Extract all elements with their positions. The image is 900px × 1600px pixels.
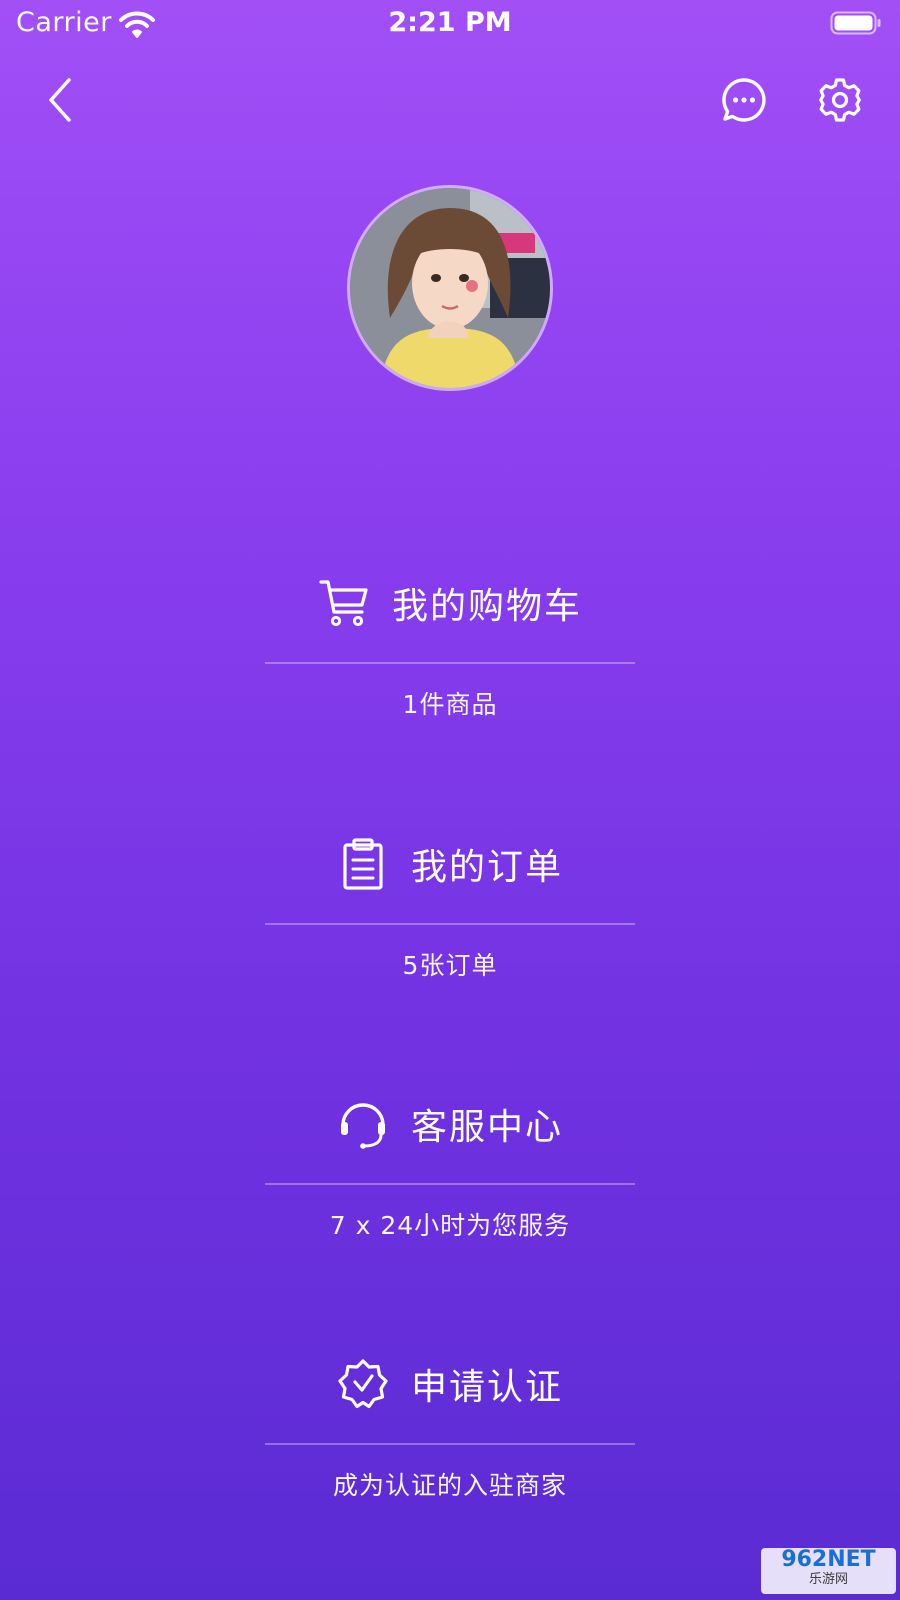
menu-subtitle: 5张订单 [402,951,498,980]
watermark-logo: 962NET 乐游网 [761,1548,896,1594]
status-time: 2:21 PM [388,7,512,38]
menu-title: 我的购物车 [391,586,582,627]
divider [265,662,635,664]
divider [265,923,635,925]
chevron-left-icon [49,78,71,122]
menu-item-orders[interactable]: 我的订单 5张订单 [265,828,635,1028]
menu-title: 申请认证 [410,1367,563,1408]
divider [265,1443,635,1445]
menu-item-customer-service[interactable]: 客服中心 7 x 24小时为您服务 [265,1088,635,1288]
menu-item-cart[interactable]: 我的购物车 1件商品 [265,567,635,767]
menu-subtitle: 1件商品 [402,690,498,719]
menu-title: 客服中心 [410,1107,563,1148]
clipboard-icon [337,838,389,890]
gear-icon [819,78,861,122]
status-bar: Carrier 2:21 PM [0,0,900,50]
menu-title: 我的订单 [410,847,563,888]
menu-head: 我的购物车 [265,567,635,639]
avatar-photo [350,188,550,388]
menu-head: 申请认证 [265,1348,635,1420]
watermark-brand: 962NET [781,1547,876,1572]
headset-icon [337,1098,389,1150]
verified-badge-icon [337,1358,389,1410]
battery-icon [830,11,881,35]
menu-head: 客服中心 [265,1088,635,1160]
menu-item-certification[interactable]: 申请认证 成为认证的入驻商家 [265,1348,635,1548]
watermark-sub: 乐游网 [808,1572,848,1587]
message-button[interactable] [716,72,772,128]
divider [265,1183,635,1185]
menu-head: 我的订单 [265,828,635,900]
shopping-cart-icon [318,577,370,629]
settings-button[interactable] [812,72,868,128]
back-button[interactable] [32,72,88,128]
user-avatar[interactable] [347,185,553,391]
menu-subtitle: 7 x 24小时为您服务 [329,1211,571,1240]
chat-bubble-icon [722,78,766,122]
menu-subtitle: 成为认证的入驻商家 [332,1471,567,1500]
